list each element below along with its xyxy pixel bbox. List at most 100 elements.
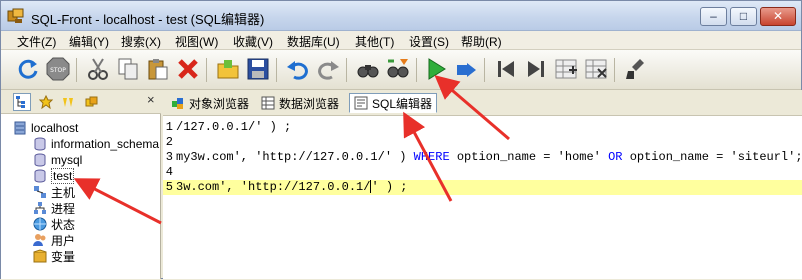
menu-help[interactable]: 帮助(R) <box>461 33 502 50</box>
code-line: 1/127.0.0.1/' ) ; <box>163 120 802 135</box>
view-tabs: 对象浏览器 数据浏览器 SQL编辑器 <box>163 90 802 116</box>
toolbar-separator <box>416 58 417 82</box>
data-browser-icon <box>261 96 275 110</box>
variables-icon <box>33 249 47 263</box>
server-icon <box>14 121 26 135</box>
menu-bar: 文件(Z) 编辑(Y) 搜索(X) 视图(W) 收藏(V) 数据库(U) 其他(… <box>1 31 801 50</box>
database-icon <box>34 153 46 167</box>
tree-item-label: information_schema <box>51 137 160 151</box>
database-icon <box>34 137 46 151</box>
sql-history-icon[interactable] <box>59 93 77 111</box>
save-icon[interactable] <box>245 56 271 82</box>
tree-item-users[interactable]: 用户 <box>33 232 75 248</box>
menu-file[interactable]: 文件(Z) <box>17 33 56 50</box>
left-panel-tabs: × <box>1 90 161 114</box>
tree-item-mysql[interactable]: mysql <box>33 152 82 168</box>
code-line-current: 5 3w.com', 'http://127.0.0.1/' ) ; <box>163 180 802 195</box>
processes-icon <box>34 202 46 214</box>
menu-search[interactable]: 搜索(X) <box>121 33 161 50</box>
tree-item-label: test <box>51 168 75 184</box>
toolbar: STOP <box>1 50 801 90</box>
tree-item-label: 状态 <box>51 217 76 232</box>
menu-edit[interactable]: 编辑(Y) <box>69 33 109 50</box>
tree-item-label: 主机 <box>51 185 76 200</box>
title-bar[interactable]: SQL-Front - localhost - test (SQL编辑器) – … <box>1 1 801 31</box>
tree-item-label: 变量 <box>51 249 76 264</box>
tab-label: 数据浏览器 <box>279 96 340 111</box>
stop-icon[interactable]: STOP <box>45 56 71 82</box>
window-title: SQL-Front - localhost - test (SQL编辑器) <box>31 12 265 27</box>
code-text: 3w.com', 'http://127.0.0.1/' ) ; <box>176 180 408 194</box>
last-record-icon[interactable] <box>523 56 549 82</box>
line-number: 3 <box>165 150 173 164</box>
tree-item-processes[interactable]: 进程 <box>33 200 75 216</box>
tab-label: SQL编辑器 <box>372 96 433 111</box>
run-icon[interactable] <box>423 56 449 82</box>
insert-record-icon[interactable] <box>553 56 579 82</box>
run-selection-icon[interactable] <box>453 56 479 82</box>
copy-icon[interactable] <box>115 56 141 82</box>
text-caret <box>370 180 372 194</box>
menu-view[interactable]: 视图(W) <box>175 33 218 50</box>
tree-item-label: 进程 <box>51 201 76 216</box>
menu-other[interactable]: 其他(T) <box>355 33 394 50</box>
code-text: my3w.com', 'http://127.0.0.1/' ) WHERE o… <box>176 150 802 164</box>
find-replace-icon[interactable] <box>385 56 411 82</box>
left-panel: × localhost information_schema mysql tes… <box>1 90 161 279</box>
menu-settings[interactable]: 设置(S) <box>409 33 449 50</box>
first-record-icon[interactable] <box>493 56 519 82</box>
toolbar-separator <box>346 58 347 82</box>
tree-item-information-schema[interactable]: information_schema <box>33 136 159 152</box>
tree-item-hosts[interactable]: 主机 <box>33 184 75 200</box>
open-icon[interactable] <box>215 56 241 82</box>
tab-object-browser[interactable]: 对象浏览器 <box>167 93 253 113</box>
app-window: SQL-Front - localhost - test (SQL编辑器) – … <box>0 0 802 279</box>
refresh-icon[interactable] <box>15 56 41 82</box>
database-icon <box>34 169 46 183</box>
objects-icon[interactable] <box>83 93 101 111</box>
line-number: 4 <box>165 165 173 179</box>
right-panel: 对象浏览器 数据浏览器 SQL编辑器 1/127.0.0.1/' ) ; 2 3… <box>163 90 802 279</box>
minimize-button[interactable]: – <box>700 7 727 26</box>
paste-icon[interactable] <box>145 56 171 82</box>
tab-sql-editor[interactable]: SQL编辑器 <box>349 93 438 113</box>
tree-item-test[interactable]: test <box>33 168 75 184</box>
toolbar-separator <box>76 58 77 82</box>
close-button[interactable]: ✕ <box>760 7 796 26</box>
clear-icon[interactable] <box>623 56 649 82</box>
delete-record-icon[interactable] <box>583 56 609 82</box>
favorites-icon[interactable] <box>37 93 55 111</box>
undo-icon[interactable] <box>285 56 311 82</box>
redo-icon[interactable] <box>315 56 341 82</box>
tab-data-browser[interactable]: 数据浏览器 <box>257 93 343 113</box>
menu-database[interactable]: 数据库(U) <box>287 33 340 50</box>
line-number: 5 <box>165 180 173 194</box>
sql-editor[interactable]: 1/127.0.0.1/' ) ; 2 3 my3w.com', 'http://… <box>163 116 802 279</box>
maximize-button[interactable]: □ <box>730 7 757 26</box>
toolbar-separator <box>206 58 207 82</box>
delete-icon[interactable] <box>175 56 201 82</box>
close-panel-button[interactable]: × <box>147 92 155 107</box>
object-browser-icon <box>172 98 183 109</box>
tree-item-label: localhost <box>31 121 79 135</box>
line-number: 1 <box>165 120 173 134</box>
tree-item-status[interactable]: 状态 <box>33 216 75 232</box>
hosts-icon <box>34 186 46 198</box>
tree-icon[interactable] <box>13 93 31 111</box>
code-line: 3 my3w.com', 'http://127.0.0.1/' ) WHERE … <box>163 150 802 165</box>
users-icon <box>33 234 46 246</box>
binoculars-icon[interactable] <box>355 56 381 82</box>
status-icon <box>33 217 47 231</box>
toolbar-separator <box>614 58 615 82</box>
menu-favorites[interactable]: 收藏(V) <box>233 33 273 50</box>
line-number: 2 <box>165 135 173 149</box>
cut-icon[interactable] <box>85 56 111 82</box>
code-text: /127.0.0.1/' ) ; <box>176 120 292 134</box>
tree-item-label: mysql <box>51 153 83 167</box>
tree-item-localhost[interactable]: localhost <box>13 120 78 136</box>
sql-front-logo-icon <box>7 8 24 23</box>
tree-item-variables[interactable]: 变量 <box>33 248 75 264</box>
toolbar-separator <box>276 58 277 82</box>
sql-editor-icon <box>354 96 368 110</box>
svg-text:STOP: STOP <box>50 67 66 74</box>
